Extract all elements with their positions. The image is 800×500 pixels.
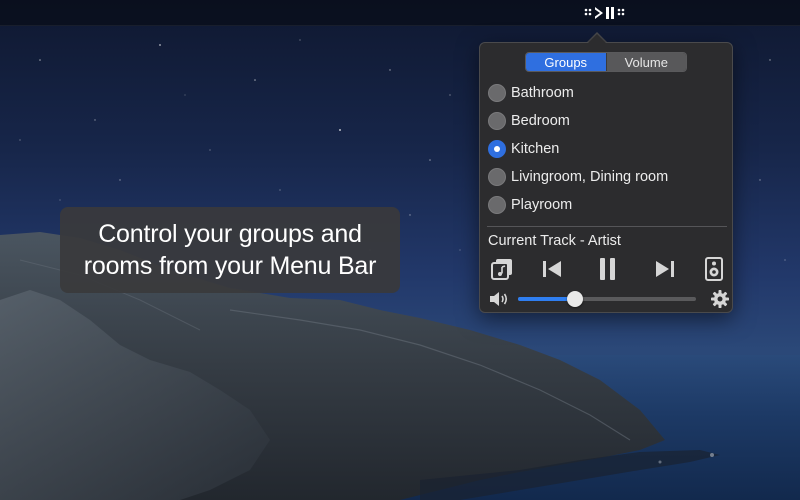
gear-icon[interactable] <box>710 289 730 314</box>
divider <box>487 226 727 227</box>
popover-arrow-fill <box>587 34 607 44</box>
room-item-kitchen[interactable]: Kitchen <box>488 135 728 163</box>
speaker-icon[interactable] <box>700 255 728 283</box>
tab-volume[interactable]: Volume <box>605 53 686 71</box>
control-popover: Groups Volume Bathroom Bedroom Kitchen L… <box>479 42 733 313</box>
volume-slider[interactable] <box>518 291 696 307</box>
room-label: Livingroom, Dining room <box>511 169 669 185</box>
room-item-bedroom[interactable]: Bedroom <box>488 107 728 135</box>
room-list: Bathroom Bedroom Kitchen Livingroom, Din… <box>488 79 728 219</box>
pause-icon[interactable] <box>594 255 622 283</box>
room-label: Playroom <box>511 197 573 213</box>
menu-bar <box>0 0 800 26</box>
volume-icon <box>488 289 510 314</box>
caption-line-1: Control your groups and <box>98 220 362 248</box>
volume-row <box>488 287 732 311</box>
room-label: Kitchen <box>511 141 560 157</box>
room-item-livingroom[interactable]: Livingroom, Dining room <box>488 163 728 191</box>
feature-caption: Control your groups and rooms from your … <box>60 207 400 293</box>
playback-controls <box>488 255 726 283</box>
caption-line-2: rooms from your Menu Bar <box>83 252 377 280</box>
room-radio[interactable] <box>488 168 506 186</box>
next-track-icon[interactable] <box>651 255 679 283</box>
room-item-bathroom[interactable]: Bathroom <box>488 79 728 107</box>
previous-track-icon[interactable] <box>538 255 566 283</box>
menubar-play-pause-icon[interactable] <box>584 4 628 22</box>
room-label: Bathroom <box>511 85 574 101</box>
view-segmented-control: Groups Volume <box>525 52 687 72</box>
album-art-icon[interactable] <box>488 255 516 283</box>
volume-slider-thumb[interactable] <box>566 291 583 307</box>
room-radio[interactable] <box>488 84 506 102</box>
room-label: Bedroom <box>511 113 570 129</box>
room-radio[interactable] <box>488 196 506 214</box>
room-item-playroom[interactable]: Playroom <box>488 191 728 219</box>
now-playing-label: Current Track - Artist <box>488 233 621 249</box>
tab-groups[interactable]: Groups <box>526 53 606 71</box>
room-radio-selected[interactable] <box>488 140 506 158</box>
room-radio[interactable] <box>488 112 506 130</box>
